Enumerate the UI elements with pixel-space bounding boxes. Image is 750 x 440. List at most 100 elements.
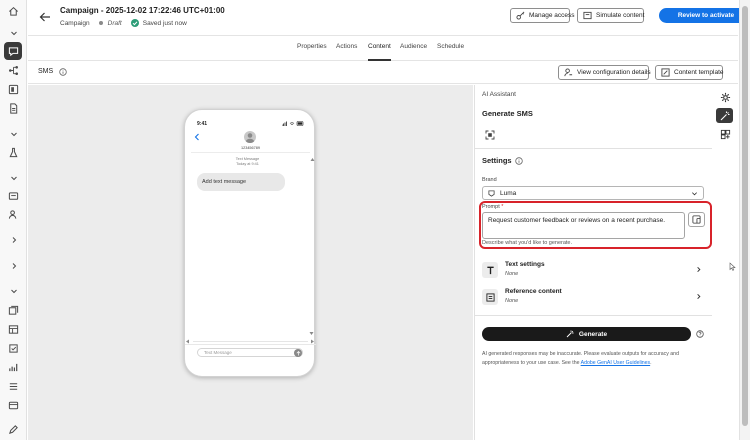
app-root: { "header": { "title": "Campaign - 2025-… (0, 0, 750, 440)
simulate-content-button[interactable]: Simulate content (577, 8, 644, 23)
text-settings-value: None (505, 271, 519, 277)
brand-value: Luma (500, 189, 517, 197)
tab-properties[interactable]: Properties (297, 43, 327, 50)
chevron-down-icon[interactable] (6, 25, 21, 40)
brand-select[interactable]: Luma (482, 186, 704, 200)
message-bubble: Add text message (197, 173, 285, 191)
active-tab-indicator (368, 59, 391, 61)
edit-icon[interactable] (6, 422, 21, 437)
chevron-down-icon[interactable] (6, 283, 21, 298)
divider (185, 344, 316, 345)
phone-time: 9:41 (197, 121, 208, 127)
required-marker: * (501, 204, 504, 210)
expand-icon[interactable] (485, 130, 495, 140)
template-icon (661, 68, 670, 77)
templates-icon[interactable] (6, 322, 21, 337)
divider (475, 315, 713, 316)
panel-heading: Generate SMS (482, 109, 533, 118)
channels-icon[interactable] (6, 82, 21, 97)
prompt-library-button[interactable] (688, 212, 705, 227)
back-arrow-icon[interactable] (38, 10, 52, 24)
ai-assistant-panel: AI Assistant Generate SMS Settings Brand… (474, 85, 713, 440)
status-badge: Draft (107, 19, 122, 27)
mouse-cursor-icon (729, 262, 736, 271)
chevron-right-icon (695, 293, 702, 300)
phone-mockup: 9:41 123456789 Text Message Today at 9:41… (184, 109, 316, 377)
help-icon[interactable] (696, 330, 704, 338)
message-input: Text Message (197, 348, 303, 357)
campaign-tabs: Properties Actions Content Audience Sche… (28, 37, 738, 61)
chevron-right-icon (695, 266, 702, 273)
config-icon (564, 68, 573, 77)
scroll-up-icon[interactable] (310, 157, 315, 162)
manage-access-button[interactable]: Manage access (510, 8, 575, 23)
campaign-type: Campaign (60, 19, 90, 27)
chevron-down-icon[interactable] (6, 126, 21, 141)
prompt-label: Prompt * (482, 204, 504, 210)
gear-icon[interactable] (719, 91, 731, 103)
logs-icon[interactable] (6, 379, 21, 394)
review-to-activate-button[interactable]: Review to activate (659, 8, 750, 23)
messages-icon[interactable] (4, 42, 22, 60)
view-configuration-button[interactable]: View configuration details (558, 65, 651, 80)
brand-label: Brand (482, 177, 497, 183)
scroll-down-icon[interactable] (309, 331, 314, 336)
message-timestamp: Text Message Today at 9:41 (235, 157, 260, 166)
assets-icon[interactable] (719, 128, 731, 140)
channel-bar: SMS View configuration details Content t… (28, 62, 738, 84)
tab-actions[interactable]: Actions (336, 43, 357, 50)
sms-preview-area: 9:41 123456789 Text Message Today at 9:41… (28, 85, 473, 440)
decisions-icon[interactable] (6, 189, 21, 204)
scrollbar-thumb[interactable] (742, 6, 748, 426)
document-icon[interactable] (6, 101, 21, 116)
info-icon[interactable] (514, 156, 523, 165)
signal-battery-icon (282, 121, 304, 126)
tab-schedule[interactable]: Schedule (437, 43, 464, 50)
prompt-textarea[interactable]: Request customer feedback or reviews on … (482, 212, 685, 239)
reference-content-row[interactable]: Reference content None (482, 287, 705, 309)
brand-icon (488, 189, 495, 197)
text-settings-title: Text settings (505, 261, 545, 268)
divider (191, 152, 310, 153)
phone-number: 123456789 (240, 146, 260, 150)
experiment-icon[interactable] (6, 145, 21, 160)
panel-label: AI Assistant (482, 91, 516, 98)
reference-icon (482, 289, 498, 305)
journey-icon[interactable] (6, 63, 21, 78)
home-icon[interactable] (6, 4, 21, 19)
chevron-down-icon[interactable] (6, 170, 21, 185)
info-icon[interactable] (59, 68, 67, 76)
generate-button[interactable]: Generate (482, 327, 691, 341)
page-scrollbar[interactable] (739, 0, 750, 440)
tab-audience[interactable]: Audience (400, 43, 427, 50)
left-nav-rail (0, 0, 27, 440)
campaign-title: Campaign - 2025-12-02 17:22:46 UTC+01:00 (60, 6, 225, 15)
text-settings-row[interactable]: Text settings None (482, 260, 705, 282)
saved-status: Saved just now (142, 19, 187, 27)
lists-icon[interactable] (6, 398, 21, 413)
text-icon (482, 262, 498, 278)
reports-icon[interactable] (6, 360, 21, 375)
chevron-right-icon[interactable] (6, 232, 21, 247)
disclaimer-text: AI generated responses may be inaccurate… (482, 351, 679, 366)
campaign-header: Campaign - 2025-12-02 17:22:46 UTC+01:00… (28, 0, 750, 36)
chevron-right-icon[interactable] (6, 258, 21, 273)
magic-wand-icon (566, 330, 574, 338)
tab-content[interactable]: Content (368, 43, 391, 50)
divider (475, 148, 713, 149)
content-template-button[interactable]: Content template (655, 65, 724, 80)
saved-check-icon (130, 19, 139, 27)
horizontal-scrollbar[interactable] (193, 341, 308, 342)
content-icon[interactable] (6, 303, 21, 318)
guidelines-link[interactable]: Adobe GenAI User Guidelines (581, 360, 651, 366)
campaign-meta: Campaign Draft Saved just now (60, 19, 187, 27)
phone-back-icon (194, 133, 200, 141)
chevron-down-icon (691, 190, 698, 197)
avatar (244, 131, 256, 143)
audience-icon[interactable] (6, 207, 21, 222)
prompt-help-text: Describe what you'd like to generate. (482, 240, 573, 246)
send-icon (294, 349, 302, 357)
simulate-icon (583, 11, 592, 20)
fragments-icon[interactable] (6, 341, 21, 356)
ai-wand-icon[interactable] (716, 108, 733, 123)
